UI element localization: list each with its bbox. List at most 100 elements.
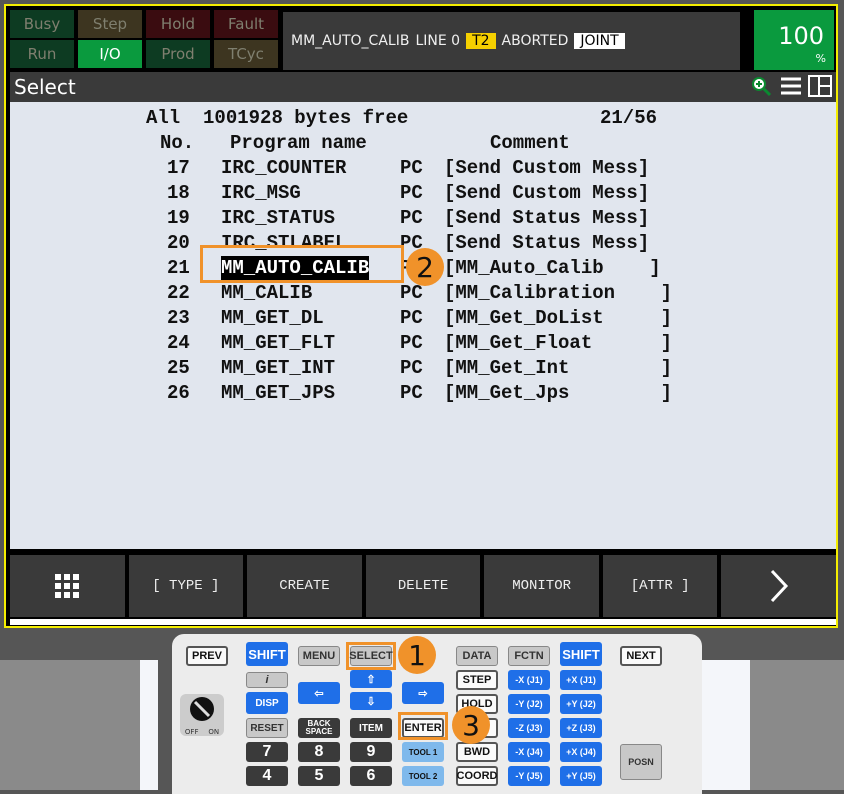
program-name: IRC_COUNTER [221,157,347,179]
callout-3: 3 [452,706,490,744]
key-4[interactable]: 4 [246,766,288,786]
key-6[interactable]: 6 [350,766,392,786]
posn-key[interactable]: POSN [620,744,662,780]
shift-right-key[interactable]: SHIFT [560,642,602,666]
status-io: I/O [78,40,142,68]
program-number: 18 [167,182,190,204]
jog-key[interactable]: +X (J4) [560,742,602,762]
f5-attr-button[interactable]: [ATTR ] [602,555,718,617]
jog-key[interactable]: +X (J1) [560,670,602,690]
up-arrow-key[interactable]: ⇧ [350,670,392,688]
reset-key[interactable]: RESET [246,718,288,738]
right-arrow-key[interactable]: ⇨ [402,682,444,704]
shift-left-key[interactable]: SHIFT [246,642,288,666]
program-type: PC [400,157,423,179]
grid-icon [55,574,80,598]
status-prod: Prod [146,40,210,68]
key-5[interactable]: 5 [298,766,340,786]
backspace-key[interactable]: BACK SPACE [298,718,340,738]
current-line: LINE 0 [415,33,461,49]
menu-key[interactable]: MENU [298,646,340,666]
program-number: 25 [167,357,190,379]
teach-pendant-screen: Busy Step Hold Fault Run I/O Prod TCyc M… [4,4,838,628]
memory-free: 1001928 bytes free [203,107,409,129]
program-comment: [Send Custom Mess] [444,182,650,204]
prev-key[interactable]: PREV [186,646,228,666]
screen-bottom-strip [10,619,836,625]
f1-type-button[interactable]: [ TYPE ] [128,555,244,617]
enable-switch[interactable]: OFF ON [180,694,224,736]
col-name-header: Program name [230,132,367,154]
program-number: 20 [167,232,190,254]
filter-label: All [146,107,181,129]
status-fault: Fault [214,10,278,38]
bwd-key[interactable]: BWD [456,742,498,762]
execution-state: ABORTED [501,33,569,49]
program-number: 21 [167,257,190,279]
next-page-button[interactable] [721,555,837,617]
status-hold: Hold [146,10,210,38]
program-comment: [MM_Get_DoList ] [444,307,673,329]
left-arrow-key[interactable]: ⇦ [298,682,340,704]
tool2-key[interactable]: TOOL 2 [402,766,444,786]
jog-key[interactable]: -Y (J5) [508,766,550,786]
program-comment: [Send Status Mess] [444,207,650,229]
app-grid-button[interactable] [10,555,125,617]
program-comment: [MM_Get_Float ] [444,332,673,354]
jog-key[interactable]: +Y (J2) [560,694,602,714]
coord-badge: JOINT [574,33,625,49]
program-comment: [MM_Calibration ] [444,282,673,304]
key-9[interactable]: 9 [350,742,392,762]
program-name: MM_GET_FLT [221,332,336,354]
program-number: 17 [167,157,190,179]
callout-2: 2 [406,248,444,286]
program-number: 24 [167,332,190,354]
program-type: PC [400,382,423,404]
f3-delete-button[interactable]: DELETE [365,555,481,617]
program-name: MM_GET_JPS [221,382,336,404]
status-step: Step [78,10,142,38]
jog-key[interactable]: -X (J1) [508,670,550,690]
list-header-info: All 1001928 bytes free [146,106,408,131]
program-name: IRC_MSG [221,182,301,204]
override-speed[interactable]: 100 % [754,10,834,70]
split-screen-icon[interactable] [808,75,832,102]
data-key[interactable]: DATA [456,646,498,666]
mode-badge: T2 [466,33,496,49]
program-name: MM_GET_DL [221,307,324,329]
f4-monitor-button[interactable]: MONITOR [484,555,599,617]
left-side-panel [0,660,140,790]
chevron-right-icon [770,569,788,603]
coord-key[interactable]: COORD [456,766,498,786]
menu-icon[interactable] [780,76,802,101]
item-key[interactable]: ITEM [350,718,392,738]
jog-key[interactable]: -Z (J3) [508,718,550,738]
right-side-panel [750,660,844,790]
next-key[interactable]: NEXT [620,646,662,666]
key-8[interactable]: 8 [298,742,340,762]
step-key[interactable]: STEP [456,670,498,690]
jog-key[interactable]: -Y (J2) [508,694,550,714]
info-key[interactable]: i [246,672,288,688]
jog-key[interactable]: +Z (J3) [560,718,602,738]
program-number: 23 [167,307,190,329]
zoom-in-icon[interactable] [750,75,774,102]
key-7[interactable]: 7 [246,742,288,762]
disp-key[interactable]: DISP [246,692,288,714]
program-name: MM_GET_INT [221,357,336,379]
switch-on-label: ON [208,728,220,736]
tool1-key[interactable]: TOOL 1 [402,742,444,762]
f2-create-button[interactable]: CREATE [247,555,362,617]
jog-key[interactable]: +Y (J5) [560,766,602,786]
program-status-bar: MM_AUTO_CALIB LINE 0 T2 ABORTED JOINT [283,12,740,70]
list-position: 21/56 [600,107,658,129]
status-tcyc: TCyc [214,40,278,68]
fctn-key[interactable]: FCTN [508,646,550,666]
program-list: All 1001928 bytes free 21/56 No. Program… [10,102,836,549]
down-arrow-key[interactable]: ⇩ [350,692,392,710]
override-value: 100 [778,22,824,50]
jog-key[interactable]: -X (J4) [508,742,550,762]
left-white-edge [140,660,158,790]
program-comment: [MM_Auto_Calib ] [444,257,661,279]
function-key-bar: [ TYPE ] CREATE DELETE MONITOR [ATTR ] [10,555,837,617]
